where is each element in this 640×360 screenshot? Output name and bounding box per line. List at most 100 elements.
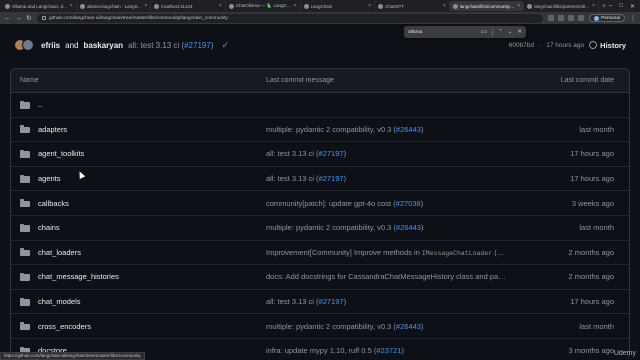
tab-close-icon[interactable]: ×	[368, 3, 371, 9]
file-name-link[interactable]: callbacks	[38, 199, 69, 208]
table-row[interactable]: agents all: test 3.13 ci (#27197) 17 hours…	[11, 167, 629, 192]
commit-message-cell[interactable]: Improvement[Community] Improve methods i…	[266, 248, 514, 257]
pr-link[interactable]: #26443	[396, 125, 421, 134]
browser-tab[interactable]: ChatOllama — 🦜 LangChai ×	[226, 1, 301, 11]
commit-date-cell: 17 hours ago	[570, 174, 614, 184]
extensions-puzzle-icon[interactable]	[568, 15, 575, 21]
pr-link[interactable]: #26443	[396, 223, 421, 232]
file-name-link[interactable]: adapters	[38, 125, 67, 134]
file-name-link[interactable]: chat_loaders	[38, 248, 81, 257]
commit-message-cell[interactable]: community[patch]: update gpt-4o cost (#2…	[266, 199, 514, 208]
pr-link[interactable]: #27197	[319, 149, 344, 158]
commit-message-cell[interactable]: all: test 3.13 ci (#27197)	[266, 297, 514, 306]
commit-message-cell[interactable]: multiple: pydantic 2 compatibility, v0.3…	[266, 322, 514, 331]
tab-title: ollama-langchain - LangSmith	[86, 3, 143, 9]
file-name-cell: ..	[11, 100, 266, 109]
pr-link[interactable]: #26443	[396, 322, 421, 331]
profile-label: Personal	[601, 15, 620, 21]
forward-icon[interactable]: →	[15, 15, 22, 22]
table-row[interactable]: agent_toolkits all: test 3.13 ci (#27197)…	[11, 142, 629, 167]
table-row[interactable]: chat_loaders Improvement[Community] Impro…	[11, 241, 629, 266]
pr-link[interactable]: #27197	[319, 297, 344, 306]
bookmark-star-icon[interactable]	[548, 15, 555, 21]
table-row[interactable]: chat_message_histories docs: Add docstrin…	[11, 265, 629, 290]
pr-link[interactable]: #27038	[396, 199, 421, 208]
commit-message-cell[interactable]: infra: update mypy 1.10, ruff 0.5 (#2372…	[266, 346, 514, 355]
folder-icon	[20, 174, 30, 183]
commit-age: 17 hours ago	[546, 41, 585, 49]
check-status-icon[interactable]: ✓	[221, 40, 229, 51]
commit-sha[interactable]: 600b7bd	[509, 42, 534, 49]
table-row[interactable]: cross_encoders multiple: pydantic 2 compa…	[11, 314, 629, 339]
file-name-link[interactable]: chains	[38, 223, 60, 232]
commit-message-cell[interactable]: multiple: pydantic 2 compatibility, v0.3…	[266, 223, 514, 232]
commit-date-cell: last month	[579, 124, 614, 134]
download-icon[interactable]	[578, 15, 585, 21]
history-button[interactable]: History	[589, 41, 626, 50]
browser-tab[interactable]: ollama-langchain - LangSmith ×	[77, 1, 152, 11]
close-window-icon[interactable]: ✕	[630, 3, 635, 10]
reload-icon[interactable]: ↻	[26, 14, 32, 22]
commit-message[interactable]: all: test 3.13 ci (#27197)	[128, 41, 213, 50]
file-name-cell: chat_message_histories	[11, 272, 266, 281]
tab-close-icon[interactable]: ×	[219, 3, 222, 9]
commit-pr-link[interactable]: #27197	[184, 41, 211, 50]
commit-message-text: all: test 3.13 ci	[128, 40, 180, 50]
table-row[interactable]: chains multiple: pydantic 2 compatibility…	[11, 216, 629, 241]
table-row[interactable]: adapters multiple: pydantic 2 compatibili…	[11, 118, 629, 143]
tab-title: Ollama and LangChain: drawin	[12, 3, 68, 9]
folder-icon	[20, 199, 30, 208]
file-name-link[interactable]: agents	[38, 174, 61, 183]
tab-close-icon[interactable]: ×	[294, 3, 297, 9]
browser-menu-icon[interactable]: ⋮	[630, 15, 636, 22]
url-text: github.com/langchain-ai/langchain/tree/m…	[49, 15, 228, 21]
maximize-icon[interactable]: □	[619, 3, 623, 10]
table-row[interactable]: callbacks community[patch]: update gpt-4o…	[11, 191, 629, 216]
extension-icon[interactable]	[558, 15, 565, 21]
tab-close-icon[interactable]: ×	[144, 3, 147, 9]
pr-link[interactable]: #27197	[319, 174, 344, 183]
profile-button[interactable]: Personal	[589, 14, 625, 22]
tab-favicon-icon	[79, 3, 85, 9]
file-name-link[interactable]: cross_encoders	[38, 322, 91, 331]
tab-close-icon[interactable]: ×	[443, 3, 446, 9]
pr-link[interactable]: #23721	[376, 346, 401, 355]
browser-tab[interactable]: localhost:11434 ×	[151, 1, 226, 11]
table-row[interactable]: ..	[11, 93, 629, 118]
extensions	[548, 15, 585, 21]
commit-date-cell: last month	[579, 223, 614, 233]
commit-message-cell[interactable]: docs: Add docstrings for CassandraChatMe…	[266, 272, 514, 281]
commit-date-cell: 2 months ago	[568, 247, 614, 257]
url-field[interactable]: github.com/langchain-ai/langchain/tree/m…	[37, 13, 544, 23]
new-tab-button[interactable]: +	[599, 3, 609, 10]
browser-tab[interactable]: langchain/libs/partners/ollam ×	[524, 1, 599, 11]
tab-close-icon[interactable]: ×	[592, 3, 595, 9]
file-name-link[interactable]: chat_message_histories	[38, 272, 119, 281]
browser-tab[interactable]: LangChain ×	[301, 1, 376, 11]
commit-message-cell[interactable]: all: test 3.13 ci (#27197)	[266, 149, 514, 158]
browser-tab[interactable]: langchain/libs/community/lang ×	[449, 1, 525, 11]
commit-author-link[interactable]: baskaryan	[83, 41, 123, 50]
commit-message-cell[interactable]: all: test 3.13 ci (#27197)	[266, 174, 514, 183]
back-icon[interactable]: ←	[4, 15, 11, 22]
file-name-link[interactable]: agent_toolkits	[38, 149, 84, 158]
folder-icon	[20, 272, 30, 281]
file-name-link[interactable]: chat_models	[38, 297, 81, 306]
window-controls: – □ ✕	[609, 3, 640, 10]
commit-meta: 600b7bd · 17 hours ago History	[509, 41, 626, 50]
file-name-link[interactable]: ..	[38, 100, 42, 109]
tab-close-icon[interactable]: ×	[70, 3, 73, 9]
commit-message-cell[interactable]: multiple: pydantic 2 compatibility, v0.3…	[266, 125, 514, 134]
commit-author-link[interactable]: efriis	[41, 41, 60, 50]
minimize-icon[interactable]: –	[609, 3, 612, 10]
commit-message-tail: )	[420, 198, 424, 208]
avatar[interactable]	[22, 39, 34, 51]
browser-tab[interactable]: ChatGPT ×	[375, 1, 450, 11]
tab-close-icon[interactable]: ×	[517, 3, 520, 9]
commit-message-text: all: test 3.13 ci (	[266, 149, 319, 159]
browser-tab-bar: Ollama and LangChain: drawin × ollama-lang…	[0, 0, 640, 12]
udemy-watermark: Udemy	[613, 350, 636, 357]
browser-tab[interactable]: Ollama and LangChain: drawin ×	[2, 1, 77, 11]
tab-favicon-icon	[527, 3, 533, 9]
table-row[interactable]: chat_models all: test 3.13 ci (#27197) 17 …	[11, 290, 629, 315]
